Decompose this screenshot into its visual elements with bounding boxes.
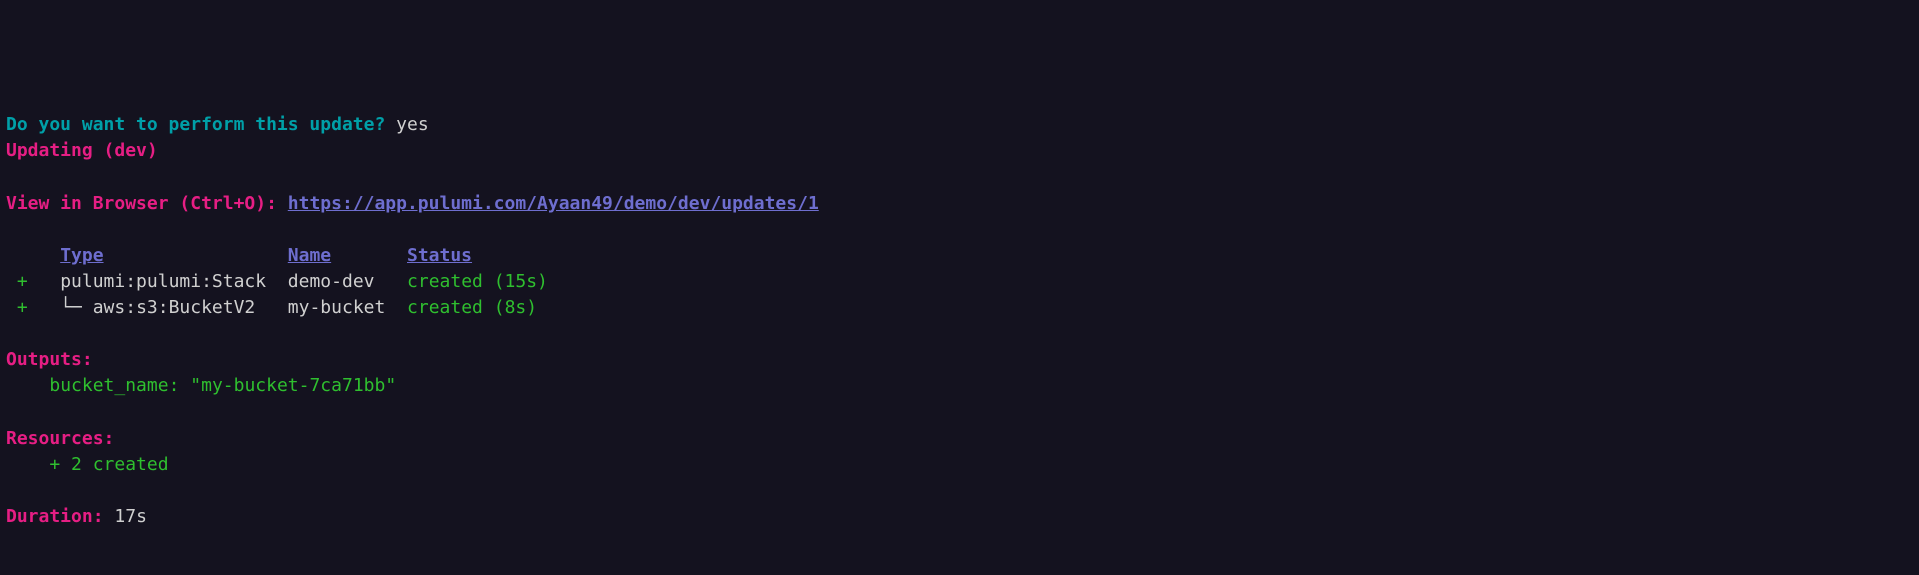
table-header-status: Status (407, 245, 472, 266)
update-prompt-answer: yes (396, 114, 429, 135)
resources-label: Resources: (6, 428, 114, 449)
table-header-type: Type (60, 245, 103, 266)
row-name: demo-dev (288, 271, 375, 292)
updating-line: Updating (dev) (6, 140, 158, 161)
outputs-label: Outputs: (6, 349, 93, 370)
tree-branch-icon: └─ (60, 297, 93, 318)
output-key: bucket_name (49, 375, 168, 396)
row-op: + (17, 271, 28, 292)
row-status: created (15s) (407, 271, 548, 292)
duration-value: 17s (114, 506, 147, 527)
view-browser-label: View in Browser (Ctrl+O): (6, 193, 288, 214)
resources-summary: + 2 created (49, 454, 168, 475)
row-name: my-bucket (288, 297, 386, 318)
view-browser-link[interactable]: https://app.pulumi.com/Ayaan49/demo/dev/… (288, 193, 819, 214)
table-header-name: Name (288, 245, 331, 266)
row-type: pulumi:pulumi:Stack (60, 271, 266, 292)
row-status: created (8s) (407, 297, 537, 318)
update-prompt-question: Do you want to perform this update? (6, 114, 385, 135)
output-colon: : (169, 375, 191, 396)
duration-label: Duration: (6, 506, 104, 527)
row-type: aws:s3:BucketV2 (93, 297, 256, 318)
output-value: "my-bucket-7ca71bb" (190, 375, 396, 396)
row-op: + (17, 297, 28, 318)
